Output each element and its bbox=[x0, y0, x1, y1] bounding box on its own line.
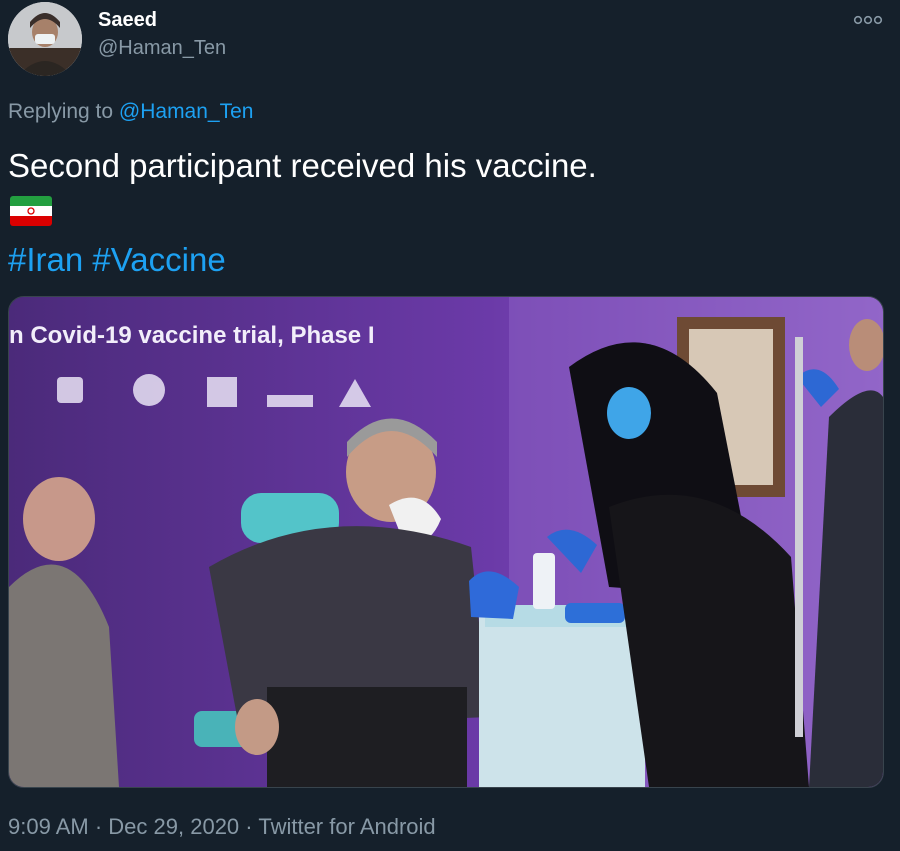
more-options-icon bbox=[853, 15, 883, 25]
reply-mention-link[interactable]: @Haman_Ten bbox=[119, 100, 254, 123]
media-banner-text: n Covid-19 vaccine trial, Phase I bbox=[9, 322, 374, 349]
tweet-text: Second participant received his vaccine. bbox=[8, 147, 597, 184]
author-display-name[interactable]: Saeed bbox=[98, 6, 226, 34]
tweet-source[interactable]: Twitter for Android bbox=[258, 814, 435, 839]
tweet-timestamp: 9:09 AM · Dec 29, 2020 · Twitter for And… bbox=[8, 812, 436, 842]
tweet-time[interactable]: 9:09 AM bbox=[8, 814, 89, 839]
hashtag-iran[interactable]: #Iran bbox=[8, 241, 83, 278]
flag-iran-icon bbox=[10, 196, 52, 226]
tweet-date[interactable]: Dec 29, 2020 bbox=[108, 814, 239, 839]
meta-separator: · bbox=[245, 814, 253, 839]
replying-to-label: Replying to bbox=[8, 100, 114, 123]
hashtag-vaccine[interactable]: #Vaccine bbox=[92, 241, 225, 278]
author-handle[interactable]: @Haman_Ten bbox=[98, 34, 226, 62]
tweet-media-image[interactable]: n Covid-19 vaccine trial, Phase I bbox=[8, 296, 884, 788]
hashtags: #Iran #Vaccine bbox=[8, 238, 226, 282]
avatar[interactable] bbox=[8, 2, 82, 76]
replying-to: Replying to @Haman_Ten bbox=[8, 98, 253, 126]
more-options-button[interactable] bbox=[850, 8, 886, 32]
tweet-author[interactable]: Saeed @Haman_Ten bbox=[98, 6, 226, 62]
meta-separator: · bbox=[94, 814, 103, 839]
